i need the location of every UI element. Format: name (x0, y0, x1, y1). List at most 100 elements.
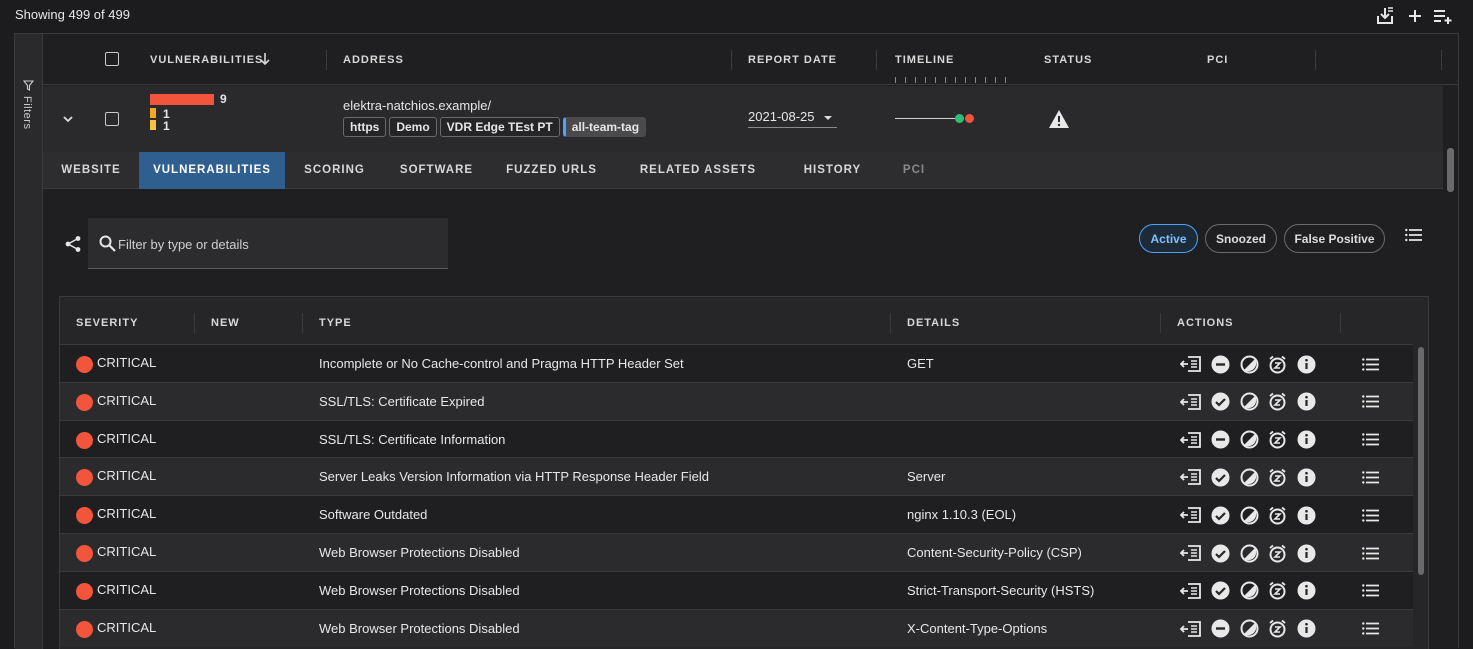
contrast-icon[interactable] (1239, 430, 1259, 450)
snoozed-toggle[interactable]: Snoozed (1205, 224, 1277, 253)
contrast-icon[interactable] (1239, 505, 1259, 525)
table-scrollbar[interactable] (1418, 347, 1424, 575)
plus-icon[interactable] (1404, 5, 1426, 27)
tab-software[interactable]: SOFTWARE (384, 152, 489, 189)
row-menu-icon[interactable] (1361, 581, 1381, 601)
create-ticket-icon[interactable] (1179, 467, 1203, 487)
select-all-checkbox[interactable] (105, 52, 119, 66)
false-positive-toggle[interactable]: False Positive (1284, 224, 1385, 253)
vuln-row[interactable]: CRITICAL Incomplete or No Cache-control a… (60, 344, 1413, 382)
info-icon[interactable] (1296, 543, 1316, 563)
check-circle-icon[interactable] (1210, 392, 1230, 412)
vuln-row[interactable]: CRITICAL Web Browser Protections Disabled… (60, 570, 1413, 609)
create-ticket-icon[interactable] (1179, 505, 1203, 525)
snooze-alarm-icon[interactable] (1267, 430, 1287, 450)
asset-row[interactable]: 9 1 1 elektra-natchios.example/ https Dem… (43, 86, 1443, 152)
report-date-select[interactable]: 2021-08-25 (748, 108, 837, 128)
tag[interactable]: VDR Edge TEst PT (439, 117, 560, 137)
info-icon[interactable] (1296, 581, 1316, 601)
vuln-type: SSL/TLS: Certificate Expired (319, 393, 485, 409)
row-menu-icon[interactable] (1361, 543, 1381, 563)
snooze-alarm-icon[interactable] (1267, 619, 1287, 639)
sort-down-icon[interactable] (259, 52, 271, 71)
info-icon[interactable] (1296, 430, 1316, 450)
vuln-row[interactable]: CRITICAL Web Browser Protections Disabled… (60, 608, 1413, 647)
share-icon[interactable] (64, 235, 82, 258)
critical-severity-dot (76, 431, 93, 449)
chevron-down-icon[interactable] (62, 111, 74, 129)
snooze-alarm-icon[interactable] (1267, 354, 1287, 374)
create-ticket-icon[interactable] (1179, 392, 1203, 412)
snooze-alarm-icon[interactable] (1267, 505, 1287, 525)
contrast-icon[interactable] (1239, 392, 1259, 412)
col-report-date[interactable]: REPORT DATE (748, 54, 837, 66)
panel-scrollbar[interactable] (1447, 148, 1454, 192)
vcol-type[interactable]: TYPE (319, 317, 352, 329)
vcol-new[interactable]: NEW (211, 317, 240, 329)
create-ticket-icon[interactable] (1179, 354, 1203, 374)
row-checkbox[interactable] (105, 112, 119, 126)
check-circle-icon[interactable] (1210, 543, 1230, 563)
tab-website[interactable]: WEBSITE (43, 152, 139, 189)
active-toggle[interactable]: Active (1139, 224, 1198, 253)
vuln-row[interactable]: CRITICAL SSL/TLS: Certificate Expired (60, 381, 1413, 420)
list-menu-icon[interactable] (1405, 228, 1423, 247)
search-input[interactable]: Filter by type or details (118, 237, 249, 252)
contrast-icon[interactable] (1239, 354, 1259, 374)
row-menu-icon[interactable] (1361, 505, 1381, 525)
col-address[interactable]: ADDRESS (343, 54, 404, 66)
vuln-row[interactable]: CRITICAL SSL/TLS: Certificate Information (60, 419, 1413, 458)
create-ticket-icon[interactable] (1179, 581, 1203, 601)
minus-circle-icon[interactable] (1210, 354, 1230, 374)
asset-tabs: WEBSITE VULNERABILITIES SCORING SOFTWARE… (43, 152, 1443, 189)
create-ticket-icon[interactable] (1179, 430, 1203, 450)
tag[interactable]: Demo (389, 117, 437, 137)
snooze-alarm-icon[interactable] (1267, 467, 1287, 487)
create-ticket-icon[interactable] (1179, 619, 1203, 639)
download-list-icon[interactable] (1374, 5, 1396, 27)
tag[interactable]: https (343, 117, 387, 137)
vuln-type: Web Browser Protections Disabled (319, 620, 520, 636)
row-menu-icon[interactable] (1361, 467, 1381, 487)
vuln-type: Server Leaks Version Information via HTT… (319, 469, 709, 485)
check-circle-icon[interactable] (1210, 505, 1230, 525)
contrast-icon[interactable] (1239, 619, 1259, 639)
contrast-icon[interactable] (1239, 543, 1259, 563)
col-vulnerabilities[interactable]: VULNERABILITIES (150, 54, 263, 66)
contrast-icon[interactable] (1239, 467, 1259, 487)
vuln-row[interactable]: CRITICAL Web Browser Protections Disabled… (60, 533, 1413, 571)
tab-history[interactable]: HISTORY (782, 152, 883, 189)
check-circle-icon[interactable] (1210, 581, 1230, 601)
vuln-row[interactable]: CRITICAL Server Leaks Version Information… (60, 457, 1413, 496)
contrast-icon[interactable] (1239, 581, 1259, 601)
row-menu-icon[interactable] (1361, 619, 1381, 639)
filter-search[interactable]: Filter by type or details (88, 218, 448, 269)
snooze-alarm-icon[interactable] (1267, 543, 1287, 563)
add-list-icon[interactable] (1432, 5, 1454, 27)
info-icon[interactable] (1296, 467, 1316, 487)
info-icon[interactable] (1296, 354, 1316, 374)
tag[interactable]: all-team-tag (562, 117, 647, 137)
tab-related-assets[interactable]: RELATED ASSETS (614, 152, 782, 189)
info-icon[interactable] (1296, 392, 1316, 412)
asset-address[interactable]: elektra-natchios.example/ (343, 98, 491, 113)
tab-vulnerabilities[interactable]: VULNERABILITIES (139, 152, 285, 189)
vulnerabilities-table: SEVERITY NEW TYPE DETAILS ACTIONS CRITIC… (59, 296, 1429, 649)
minus-circle-icon[interactable] (1210, 619, 1230, 639)
row-menu-icon[interactable] (1361, 354, 1381, 374)
filters-sidebar[interactable]: Filters (15, 34, 43, 649)
info-icon[interactable] (1296, 505, 1316, 525)
row-menu-icon[interactable] (1361, 430, 1381, 450)
info-icon[interactable] (1296, 619, 1316, 639)
snooze-alarm-icon[interactable] (1267, 581, 1287, 601)
vuln-row[interactable]: CRITICAL Software Outdated nginx 1.10.3 (E… (60, 495, 1413, 534)
snooze-alarm-icon[interactable] (1267, 392, 1287, 412)
minus-circle-icon[interactable] (1210, 430, 1230, 450)
vcol-severity[interactable]: SEVERITY (76, 317, 138, 329)
check-circle-icon[interactable] (1210, 467, 1230, 487)
row-menu-icon[interactable] (1361, 392, 1381, 412)
tab-scoring[interactable]: SCORING (285, 152, 384, 189)
create-ticket-icon[interactable] (1179, 543, 1203, 563)
tab-fuzzed-urls[interactable]: FUZZED URLS (489, 152, 614, 189)
vcol-details[interactable]: DETAILS (907, 317, 960, 329)
